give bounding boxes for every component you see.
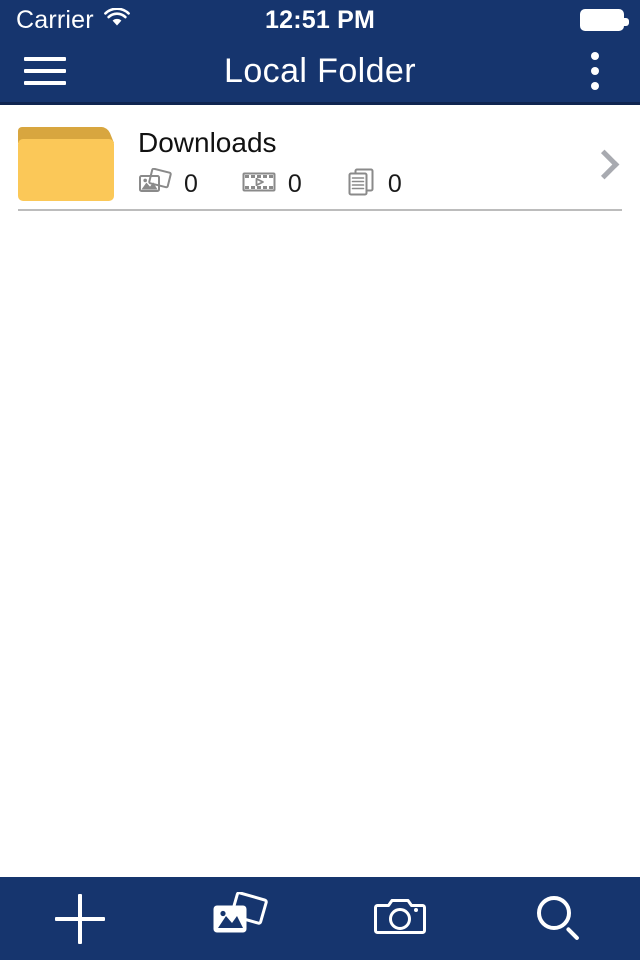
document-count: 0: [346, 167, 402, 202]
hamburger-menu-button[interactable]: [0, 39, 90, 104]
chevron-right-icon: [586, 149, 622, 179]
more-vertical-icon-dot: [591, 52, 599, 60]
folder-icon: [18, 127, 114, 201]
photo-count: 0: [138, 168, 198, 201]
more-vertical-icon-dot: [591, 82, 599, 90]
photo-library-button[interactable]: [160, 877, 320, 960]
photo-library-icon: [211, 891, 269, 945]
status-bar: Carrier 12:51 PM: [0, 0, 640, 40]
plus-icon: [55, 893, 105, 944]
documents-icon: [346, 167, 376, 202]
page-title: Local Folder: [224, 51, 416, 90]
more-vertical-icon-dot: [591, 67, 599, 75]
carrier-label: Carrier: [16, 5, 94, 34]
document-count-value: 0: [387, 170, 402, 199]
more-options-button[interactable]: [550, 39, 640, 104]
wifi-icon: [103, 6, 130, 33]
hamburger-menu-icon: [24, 57, 66, 85]
add-button[interactable]: [0, 877, 160, 960]
status-bar-right: [580, 9, 629, 31]
battery-full-icon: [580, 9, 629, 31]
search-icon: [537, 895, 583, 942]
app-screen: Carrier 12:51 PM Local Folder Downloads …: [0, 0, 640, 960]
folder-name: Downloads: [138, 126, 277, 158]
list-item: Downloads 0 0 0: [0, 105, 640, 211]
folder-row-downloads[interactable]: Downloads 0 0 0: [0, 105, 640, 209]
photos-icon: [138, 168, 172, 201]
video-count-value: 0: [287, 170, 302, 199]
search-button[interactable]: [480, 877, 640, 960]
list-divider: [18, 209, 622, 211]
bottom-toolbar: [0, 877, 640, 960]
photo-count-value: 0: [184, 170, 198, 199]
folder-list: Downloads 0 0 0: [0, 105, 640, 211]
navigation-bar: Local Folder: [0, 40, 640, 105]
status-bar-left: Carrier: [16, 5, 130, 34]
camera-button[interactable]: [320, 877, 480, 960]
content-area: Downloads 0 0 0: [0, 105, 640, 877]
folder-row-main: Downloads 0 0 0: [138, 126, 576, 203]
video-count: 0: [242, 169, 302, 200]
camera-icon: [373, 894, 427, 943]
folder-counts: 0 0 0: [138, 167, 576, 202]
video-icon: [242, 169, 276, 200]
